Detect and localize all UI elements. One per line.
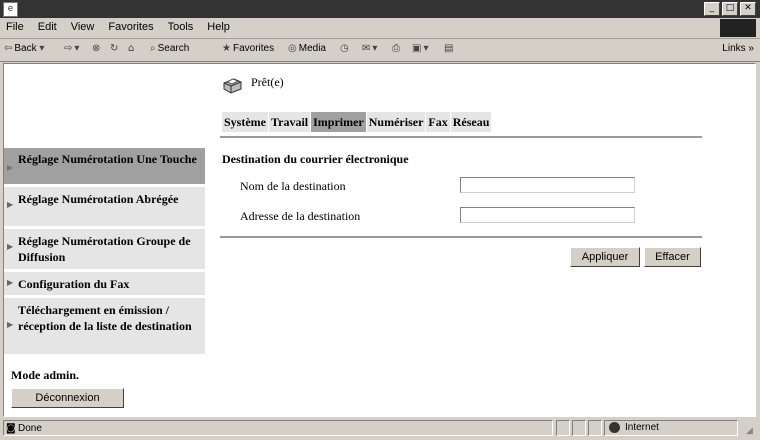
back-arrow-icon: ⇦: [4, 43, 13, 54]
title-bar: e _ □ ✕: [0, 0, 760, 18]
globe-icon: [609, 422, 620, 433]
mail-icon: ✉: [362, 43, 371, 54]
tab-network[interactable]: Réseau: [450, 112, 492, 132]
history-button[interactable]: ◷: [340, 43, 351, 54]
apply-button[interactable]: Appliquer: [570, 247, 640, 267]
sidebar: ▶ Réglage Numérotation Une Touche ▶ Régl…: [4, 64, 205, 416]
dropdown-arrow-icon: ▾: [39, 43, 45, 54]
status-bar: ◙ Done Internet ◢: [0, 418, 760, 440]
printer-status-text: Prêt(e): [251, 75, 284, 89]
maximize-button[interactable]: □: [722, 2, 738, 16]
sidebar-item-download[interactable]: ▶ Téléchargement en émission / réception…: [4, 298, 205, 354]
forward-arrow-icon: ⇨: [64, 43, 73, 54]
windows-logo-icon: [720, 19, 756, 37]
logout-button[interactable]: Déconnexion: [11, 388, 124, 408]
tab-job[interactable]: Travail: [269, 112, 311, 132]
page-viewport: ▶ Réglage Numérotation Une Touche ▶ Régl…: [3, 63, 756, 417]
favorites-button[interactable]: ★ Favorites: [222, 43, 274, 54]
stop-icon: ⊗: [92, 43, 101, 54]
admin-mode-label: Mode admin.: [11, 368, 80, 382]
close-button[interactable]: ✕: [740, 2, 756, 16]
main-content: Prêt(e) Système Travail Imprimer Numéris…: [216, 64, 751, 416]
dropdown-arrow-icon: ▾: [372, 43, 378, 54]
arrow-right-icon: ▶: [7, 242, 14, 251]
favorites-icon: ★: [222, 43, 231, 54]
mail-button[interactable]: ✉ ▾: [362, 43, 379, 54]
menu-edit[interactable]: Edit: [38, 21, 57, 33]
search-button[interactable]: ⌕ Search: [150, 43, 189, 54]
dropdown-arrow-icon: ▾: [423, 43, 429, 54]
edit-icon: ▣: [412, 43, 422, 54]
destination-address-input[interactable]: [460, 207, 635, 223]
refresh-button[interactable]: ↻: [110, 43, 120, 54]
print-button[interactable]: ⎙: [392, 43, 402, 54]
sidebar-item-abbreviated[interactable]: ▶ Réglage Numérotation Abrégée: [4, 187, 205, 226]
tab-print[interactable]: Imprimer: [311, 112, 366, 132]
edit-button[interactable]: ▣ ▾: [412, 43, 430, 54]
sidebar-item-fax-config[interactable]: ▶ Configuration du Fax: [4, 272, 205, 295]
refresh-icon: ↻: [110, 43, 119, 54]
back-button[interactable]: ⇦ Back ▾: [4, 43, 46, 54]
arrow-right-icon: ▶: [7, 163, 14, 172]
forward-button[interactable]: ⇨ ▾: [64, 43, 81, 54]
media-button[interactable]: ◎ Media: [288, 43, 326, 54]
resize-grip-icon[interactable]: ◢: [746, 426, 758, 438]
dropdown-arrow-icon: ▾: [74, 43, 80, 54]
links-button[interactable]: Links »: [722, 43, 754, 54]
sidebar-item-group-dial[interactable]: ▶ Réglage Numérotation Groupe de Diffusi…: [4, 229, 205, 269]
home-button[interactable]: ⌂: [128, 43, 136, 54]
page-done-icon: ◙: [6, 423, 16, 434]
destination-name-input[interactable]: [460, 177, 635, 193]
divider: [220, 136, 702, 138]
security-zone: Internet: [604, 420, 738, 436]
printer-status-icon: [223, 78, 242, 94]
history-icon: ◷: [340, 43, 349, 54]
search-icon: ⌕: [150, 43, 156, 54]
tab-fax[interactable]: Fax: [426, 112, 450, 132]
tab-system[interactable]: Système: [222, 112, 268, 132]
arrow-right-icon: ▶: [7, 320, 14, 329]
destination-name-label: Nom de la destination: [240, 179, 346, 193]
status-cell: [572, 420, 586, 436]
discuss-icon: ▤: [444, 43, 454, 54]
discuss-button[interactable]: ▤: [444, 43, 455, 54]
status-cell: [556, 420, 570, 436]
ie-icon: e: [3, 2, 18, 17]
tab-scan[interactable]: Numériser: [366, 112, 426, 132]
menu-bar: File Edit View Favorites Tools Help: [0, 18, 760, 39]
stop-button[interactable]: ⊗: [92, 43, 102, 54]
sidebar-item-one-touch[interactable]: ▶ Réglage Numérotation Une Touche: [4, 148, 205, 184]
status-cell: [588, 420, 602, 436]
arrow-right-icon: ▶: [7, 200, 14, 209]
destination-address-label: Adresse de la destination: [240, 209, 361, 223]
menu-help[interactable]: Help: [207, 21, 230, 33]
menu-file[interactable]: File: [6, 21, 24, 33]
menu-favorites[interactable]: Favorites: [108, 21, 153, 33]
menu-tools[interactable]: Tools: [168, 21, 194, 33]
minimize-button[interactable]: _: [704, 2, 720, 16]
printer-icon: ⎙: [392, 43, 400, 54]
arrow-right-icon: ▶: [7, 278, 14, 287]
home-icon: ⌂: [128, 43, 135, 54]
media-icon: ◎: [288, 43, 297, 54]
section-title: Destination du courrier électronique: [222, 152, 409, 166]
toolbar: ⇦ Back ▾ ⇨ ▾ ⊗ ↻ ⌂ ⌕ Search ★ Favorites ◎ Med…: [0, 39, 760, 62]
clear-button[interactable]: Effacer: [644, 247, 701, 267]
status-text-panel: ◙ Done: [3, 420, 553, 436]
tab-bar: Système Travail Imprimer Numériser Fax R…: [222, 112, 492, 132]
divider: [220, 236, 702, 238]
menu-view[interactable]: View: [71, 21, 95, 33]
